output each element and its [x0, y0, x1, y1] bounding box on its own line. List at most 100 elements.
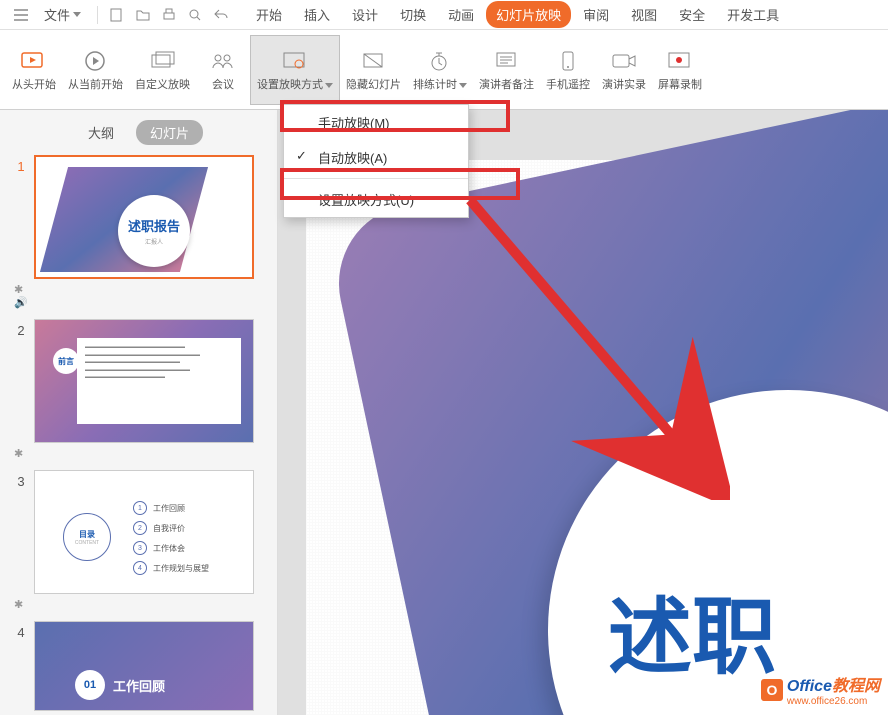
- play-current-icon: [82, 47, 110, 75]
- notes-label: 演讲者备注: [479, 79, 534, 92]
- text-box: ▬▬▬▬▬▬▬▬▬▬▬▬▬▬▬▬▬▬▬▬▬▬▬▬▬▬▬▬▬▬▬▬▬▬▬▬▬▬▬▬…: [77, 338, 241, 424]
- dropdown-auto[interactable]: 自动放映(A): [284, 140, 468, 175]
- animation-icon: ✱: [14, 447, 269, 460]
- hide-slide-icon: [360, 47, 388, 75]
- tab-dev[interactable]: 开发工具: [717, 1, 789, 28]
- file-menu-label: 文件: [44, 5, 70, 24]
- rehearse-label: 排练计时: [413, 79, 467, 92]
- chevron-down-icon: [73, 12, 81, 17]
- tab-review[interactable]: 审阅: [573, 1, 619, 28]
- slide-number: 1: [8, 155, 34, 174]
- outline-tab-outline[interactable]: 大纲: [74, 120, 128, 145]
- mobile-label: 手机遥控: [546, 79, 590, 92]
- title-circle: 述职报告 汇报人: [118, 195, 190, 267]
- notes-button[interactable]: 演讲者备注: [473, 35, 540, 105]
- print-icon[interactable]: [158, 4, 180, 26]
- from-start-button[interactable]: 从头开始: [6, 35, 62, 105]
- tab-security[interactable]: 安全: [669, 1, 715, 28]
- toc-item: 1工作回顾: [133, 501, 209, 515]
- animation-icon: ✱: [14, 283, 269, 296]
- record-label: 演讲实录: [602, 79, 646, 92]
- toc-item: 3工作体会: [133, 541, 209, 555]
- section-header: 01 工作回顾: [75, 670, 165, 700]
- screen-record-label: 屏幕录制: [658, 79, 702, 92]
- slide-number: 4: [8, 621, 34, 640]
- undo-icon[interactable]: [210, 4, 232, 26]
- hamburger-icon[interactable]: [10, 4, 32, 26]
- thumbnail-row: 4 01 工作回顾: [8, 621, 269, 711]
- mobile-button[interactable]: 手机遥控: [540, 35, 596, 105]
- slide-thumbnail-1[interactable]: 述职报告 汇报人: [34, 155, 254, 279]
- play-start-icon: [20, 47, 48, 75]
- toc-item: 4工作规划与展望: [133, 561, 209, 575]
- print-preview-icon[interactable]: [184, 4, 206, 26]
- tab-insert[interactable]: 插入: [294, 1, 340, 28]
- outline-tabs: 大纲 幻灯片: [0, 110, 277, 155]
- watermark-text: Office教程网 www.office26.com: [787, 672, 880, 707]
- setup-show-icon: [281, 47, 309, 75]
- setup-show-dropdown: 手动放映(M) 自动放映(A) 设置放映方式(U): [283, 104, 469, 218]
- setup-show-button[interactable]: 设置放映方式: [250, 35, 340, 105]
- thumbnail-row: 3 目录 CONTENT 1工作回顾 2自我评价 3工作体会 4工作规划与展望: [8, 470, 269, 594]
- hide-slide-button[interactable]: 隐藏幻灯片: [340, 35, 407, 105]
- animation-icon: ✱: [14, 598, 269, 611]
- chevron-down-icon: [325, 83, 333, 88]
- content-circle: 目录 CONTENT: [63, 513, 111, 561]
- thumbnail-row: 2 前言 ▬▬▬▬▬▬▬▬▬▬▬▬▬▬▬▬▬▬▬▬▬▬▬▬▬▬▬▬▬▬▬▬▬▬▬…: [8, 319, 269, 443]
- from-current-label: 从当前开始: [68, 79, 123, 92]
- menubar: 文件 开始 插入 设计 切换 动画 幻灯片放映 审阅 视图 安全 开发工具: [0, 0, 888, 30]
- slide-panel: 大纲 幻灯片 1 述职报告 汇报人 ✱ 🔊: [0, 110, 278, 715]
- custom-show-button[interactable]: 自定义放映: [129, 35, 196, 105]
- dropdown-manual[interactable]: 手动放映(M): [284, 105, 468, 140]
- tab-slideshow[interactable]: 幻灯片放映: [486, 1, 571, 28]
- from-start-label: 从头开始: [12, 79, 56, 92]
- section-number: 01: [75, 670, 105, 700]
- section-title: 工作回顾: [113, 676, 165, 695]
- screen-record-button[interactable]: 屏幕录制: [652, 35, 708, 105]
- slide-number: 2: [8, 319, 34, 338]
- body-text: ▬▬▬▬▬▬▬▬▬▬▬▬▬▬▬▬▬▬▬▬▬▬▬▬▬▬▬▬▬▬▬▬▬▬▬▬▬▬▬▬…: [85, 344, 233, 382]
- rehearse-button[interactable]: 排练计时: [407, 35, 473, 105]
- custom-show-icon: [149, 47, 177, 75]
- outline-tab-slides[interactable]: 幻灯片: [136, 120, 203, 145]
- new-icon[interactable]: [106, 4, 128, 26]
- screen-record-icon: [666, 47, 694, 75]
- tab-view[interactable]: 视图: [621, 1, 667, 28]
- meeting-icon: [209, 47, 237, 75]
- open-icon[interactable]: [132, 4, 154, 26]
- chevron-down-icon: [459, 83, 467, 88]
- canvas-title-text: 述职: [608, 570, 776, 691]
- watermark-url: www.office26.com: [787, 696, 880, 707]
- slide-title: 述职报告: [128, 216, 180, 235]
- meeting-button[interactable]: 会议: [196, 35, 250, 105]
- slide-thumbnail-3[interactable]: 目录 CONTENT 1工作回顾 2自我评价 3工作体会 4工作规划与展望: [34, 470, 254, 594]
- slide-thumbnail-2[interactable]: 前言 ▬▬▬▬▬▬▬▬▬▬▬▬▬▬▬▬▬▬▬▬▬▬▬▬▬▬▬▬▬▬▬▬▬▬▬▬▬…: [34, 319, 254, 443]
- hide-slide-label: 隐藏幻灯片: [346, 79, 401, 92]
- record-button[interactable]: 演讲实录: [596, 35, 652, 105]
- preface-badge: 前言: [53, 348, 79, 374]
- separator: [97, 6, 98, 24]
- slide-indicators: ✱ 🔊: [14, 283, 269, 309]
- from-current-button[interactable]: 从当前开始: [62, 35, 129, 105]
- toc-list: 1工作回顾 2自我评价 3工作体会 4工作规划与展望: [133, 495, 209, 581]
- thumbnail-row: 1 述职报告 汇报人: [8, 155, 269, 279]
- record-icon: [610, 47, 638, 75]
- canvas-background: 述职: [306, 160, 888, 715]
- slide-number: 3: [8, 470, 34, 489]
- tab-animation[interactable]: 动画: [438, 1, 484, 28]
- dropdown-setup[interactable]: 设置放映方式(U): [284, 182, 468, 217]
- thumbnails-list: 1 述职报告 汇报人 ✱ 🔊 2: [0, 155, 277, 711]
- notes-icon: [493, 47, 521, 75]
- slide-thumbnail-4[interactable]: 01 工作回顾: [34, 621, 254, 711]
- file-menu[interactable]: 文件: [34, 2, 91, 27]
- watermark-logo-icon: O: [761, 679, 783, 701]
- tab-design[interactable]: 设计: [342, 1, 388, 28]
- separator: [284, 178, 468, 179]
- ribbon: 从头开始 从当前开始 自定义放映 会议 设置放映方式 隐藏幻灯片 排练计时 演讲…: [0, 30, 888, 110]
- tab-start[interactable]: 开始: [246, 1, 292, 28]
- audio-icon: 🔊: [14, 296, 269, 309]
- toc-item: 2自我评价: [133, 521, 209, 535]
- tab-transition[interactable]: 切换: [390, 1, 436, 28]
- setup-show-label: 设置放映方式: [257, 79, 333, 92]
- meeting-label: 会议: [212, 79, 234, 92]
